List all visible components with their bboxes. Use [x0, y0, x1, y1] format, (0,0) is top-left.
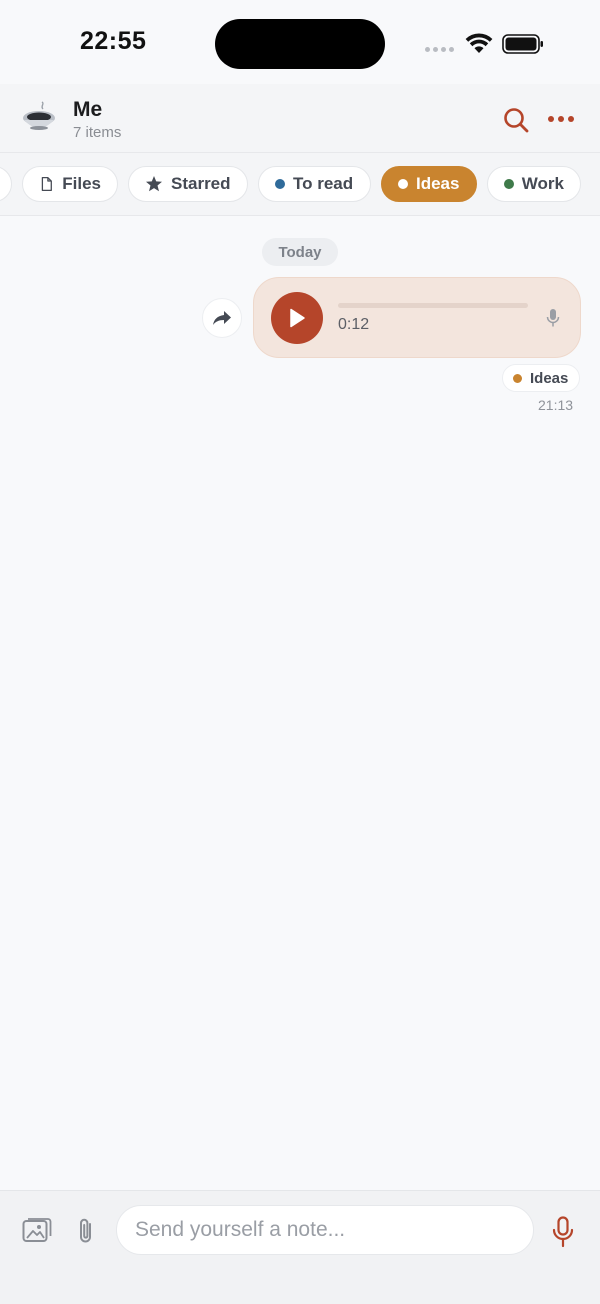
audio-progress-bar[interactable]: [338, 303, 528, 308]
more-options-icon[interactable]: [546, 108, 576, 130]
chip-files[interactable]: Files: [22, 166, 118, 202]
tag-label: Ideas: [530, 369, 569, 387]
chip-label: Work: [521, 174, 564, 193]
chat-title: Me: [73, 98, 103, 121]
note-input[interactable]: [116, 1205, 534, 1255]
composer-bar: [0, 1190, 600, 1304]
chip-label: To read: [293, 174, 354, 193]
voice-note-bubble[interactable]: 0:12: [253, 277, 581, 358]
cellular-signal-icon: [425, 47, 454, 52]
image-icon[interactable]: [22, 1217, 52, 1243]
star-icon: [146, 176, 162, 192]
filter-chip-bar: Files Starred To read Ideas Work: [0, 153, 600, 216]
chip-label: Files: [62, 174, 101, 193]
play-button[interactable]: [271, 292, 323, 344]
chip-label: Ideas: [416, 174, 460, 193]
forward-arrow-icon: [213, 311, 231, 325]
item-count: 7 items: [73, 124, 122, 141]
chat-header: Me 7 items: [0, 84, 600, 153]
tag-dot: [398, 179, 408, 189]
play-icon: [290, 308, 305, 328]
dynamic-island: [215, 19, 385, 69]
tag-dot: [513, 373, 522, 383]
voice-duration: 0:12: [338, 316, 370, 333]
avatar[interactable]: [21, 100, 57, 136]
message-tag[interactable]: Ideas: [502, 364, 580, 392]
chip-work[interactable]: Work: [487, 166, 581, 202]
file-icon: [41, 177, 52, 191]
search-icon[interactable]: [502, 106, 530, 134]
wifi-icon: [465, 33, 493, 53]
date-separator: Today: [262, 238, 338, 266]
microphone-icon: [546, 309, 560, 327]
forward-button[interactable]: [202, 298, 242, 338]
status-time: 22:55: [80, 27, 147, 55]
battery-icon: [502, 34, 543, 54]
microphone-icon[interactable]: [551, 1216, 575, 1248]
chip-ideas[interactable]: Ideas: [381, 166, 477, 202]
tag-dot: [504, 179, 514, 189]
paperclip-icon[interactable]: [76, 1216, 96, 1246]
chip-all[interactable]: [0, 166, 12, 202]
chip-to-read[interactable]: To read: [258, 166, 371, 202]
chip-label: Starred: [171, 174, 231, 193]
status-bar: 22:55: [0, 0, 600, 84]
message-timestamp: 21:13: [538, 397, 574, 413]
chip-starred[interactable]: Starred: [128, 166, 248, 202]
tag-dot: [275, 179, 285, 189]
